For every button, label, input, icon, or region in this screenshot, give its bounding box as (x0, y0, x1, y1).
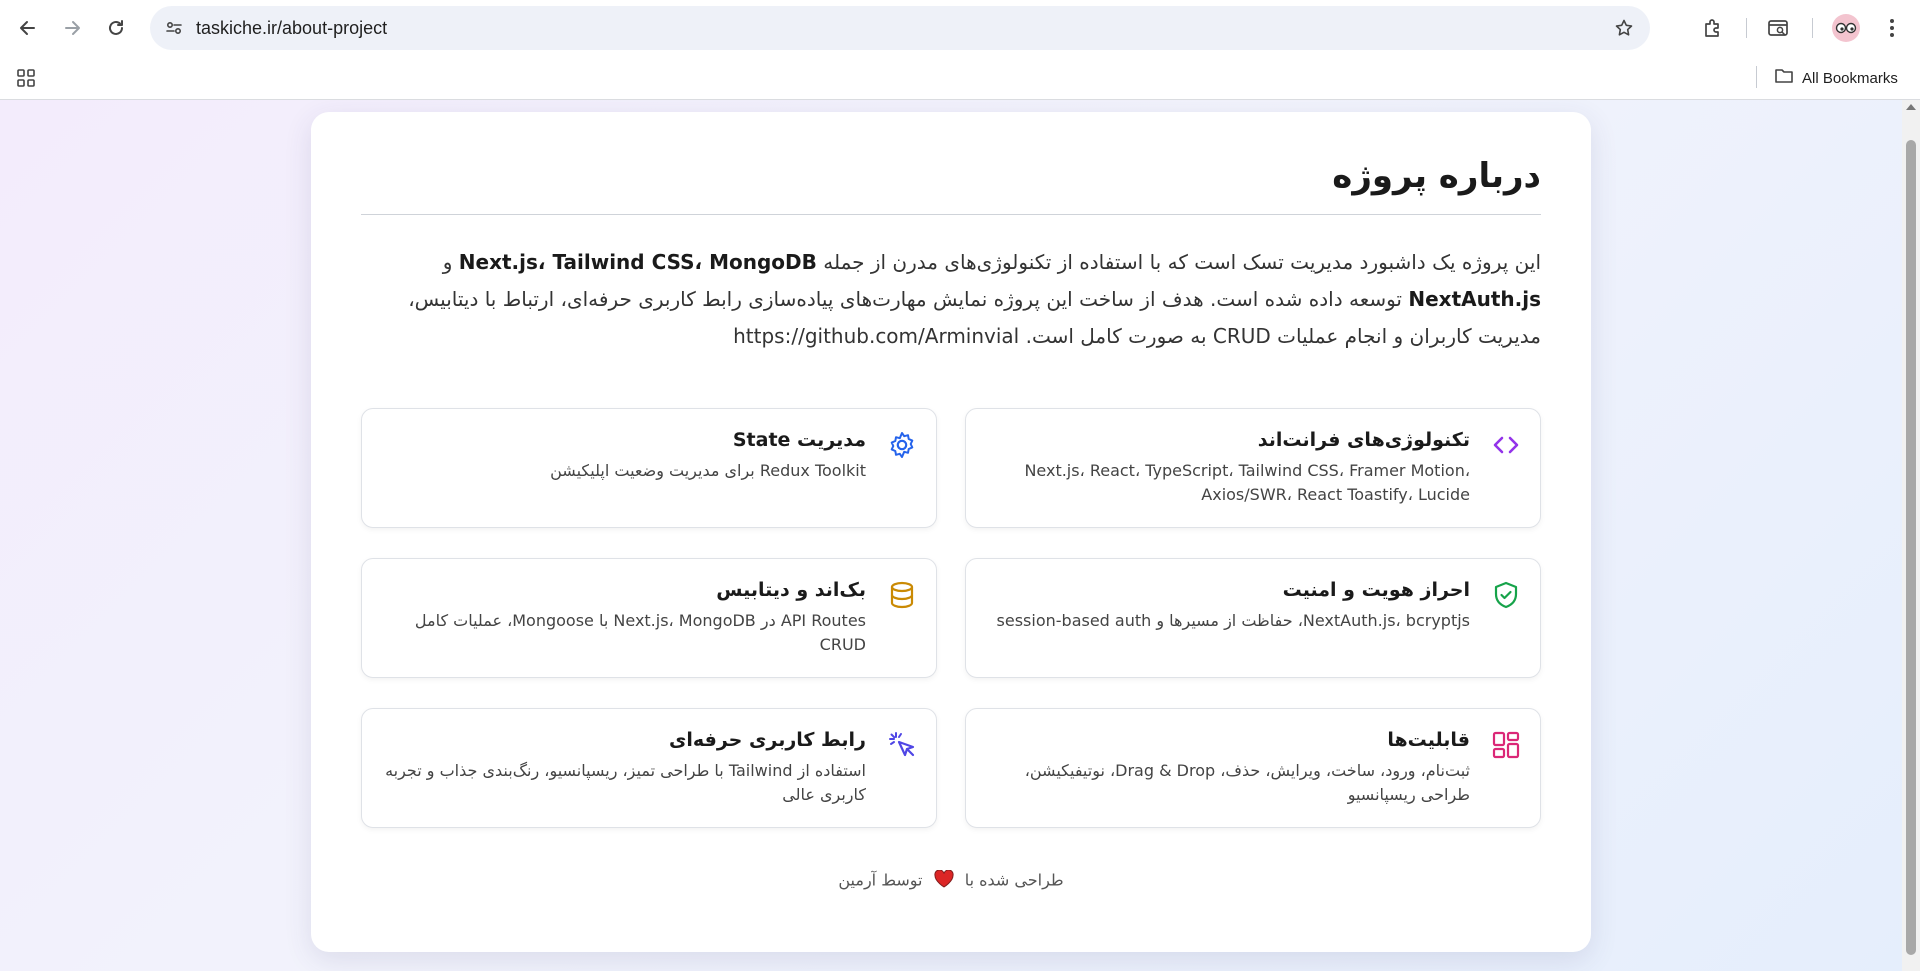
tab-search-icon[interactable] (1762, 12, 1794, 44)
all-bookmarks-label: All Bookmarks (1802, 69, 1898, 87)
feature-card-state: مدیریت State Redux Toolkit برای مدیریت و… (361, 408, 937, 528)
database-icon (886, 579, 918, 611)
scrollbar-thumb[interactable] (1906, 140, 1916, 955)
feature-description: API Routes در Next.js، MongoDB با Mongoo… (414, 611, 866, 654)
feature-title: تکنولوژی‌های فرانت‌اند (1257, 429, 1470, 451)
page-footer: طراحی شده با توسط آرمین (311, 869, 1591, 892)
feature-card-auth: احراز هویت و امنیت NextAuth.js، bcryptjs… (965, 558, 1541, 678)
feature-card-backend: بک‌اند و دیتابیس API Routes در Next.js، … (361, 558, 937, 678)
profile-avatar[interactable] (1832, 14, 1860, 42)
feature-description: Next.js، React، TypeScript، Tailwind CSS… (1024, 461, 1470, 504)
feature-description: استفاده از Tailwind با طراحی تمیز، ریسپا… (385, 761, 866, 804)
extensions-icon[interactable] (1697, 12, 1729, 44)
about-card: درباره پروژه این پروژه یک داشبورد مدیریت… (311, 112, 1591, 952)
toolbar-divider (1746, 18, 1747, 38)
intro-paragraph: این پروژه یک داشبورد مدیریت تسک است که ب… (361, 244, 1541, 355)
toolbar-divider (1812, 18, 1813, 38)
intro-text-end: توسعه داده شده است. هدف از ساخت این پروژ… (408, 287, 1541, 348)
all-bookmarks-button[interactable]: All Bookmarks (1774, 62, 1898, 94)
reload-icon[interactable] (100, 12, 132, 44)
folder-icon (1774, 67, 1794, 89)
feature-card-ui: رابط کاربری حرفه‌ای استفاده از Tailwind … (361, 708, 937, 828)
back-icon[interactable] (12, 12, 44, 44)
page-viewport: درباره پروژه این پروژه یک داشبورد مدیریت… (0, 100, 1902, 971)
pointer-click-icon (886, 729, 918, 761)
feature-title: قابلیت‌ها (1387, 729, 1470, 751)
vertical-scrollbar[interactable] (1902, 100, 1920, 971)
feature-title: بک‌اند و دیتابیس (716, 579, 866, 601)
page-title: درباره پروژه (1332, 156, 1541, 196)
footer-text-before: طراحی شده با (964, 870, 1064, 890)
site-info-icon[interactable] (160, 14, 188, 42)
star-icon[interactable] (1610, 14, 1638, 42)
title-divider (361, 214, 1541, 215)
intro-auth-highlight: NextAuth.js (1408, 287, 1541, 311)
menu-icon[interactable] (1876, 12, 1908, 44)
address-bar[interactable]: taskiche.ir/about-project (150, 6, 1650, 50)
shield-check-icon (1490, 579, 1522, 611)
code-icon (1490, 429, 1522, 461)
feature-title: مدیریت State (732, 429, 866, 451)
feature-card-capabilities: قابلیت‌ها ثبت‌نام، ورود، ساخت، ویرایش، ح… (965, 708, 1541, 828)
forward-icon[interactable] (56, 12, 88, 44)
bookmarks-divider (1756, 66, 1757, 88)
url-text[interactable]: taskiche.ir/about-project (196, 6, 387, 50)
footer-text-after: توسط آرمین (838, 870, 923, 890)
feature-title: احراز هویت و امنیت (1282, 579, 1470, 601)
intro-and: و (442, 250, 459, 274)
feature-description: NextAuth.js، bcryptjs، حفاظت از مسیرها و… (996, 611, 1470, 630)
gear-icon (886, 429, 918, 461)
feature-description: ثبت‌نام، ورود، ساخت، ویرایش، حذف، Drag &… (1024, 761, 1470, 804)
intro-text-start: این پروژه یک داشبورد مدیریت تسک است که ب… (816, 250, 1541, 274)
heart-icon (934, 869, 954, 892)
browser-toolbar: taskiche.ir/about-project (0, 0, 1920, 56)
feature-card-frontend: تکنولوژی‌های فرانت‌اند Next.js، React، T… (965, 408, 1541, 528)
bookmarks-bar: All Bookmarks (0, 56, 1920, 100)
apps-icon[interactable] (12, 64, 40, 92)
intro-tech-highlight: Next.js، Tailwind CSS، MongoDB (458, 250, 817, 274)
feature-description: Redux Toolkit برای مدیریت وضعیت اپلیکیشن (550, 461, 866, 480)
layout-grid-icon (1490, 729, 1522, 761)
scroll-up-arrow-icon[interactable] (1906, 104, 1916, 110)
feature-title: رابط کاربری حرفه‌ای (668, 729, 866, 751)
